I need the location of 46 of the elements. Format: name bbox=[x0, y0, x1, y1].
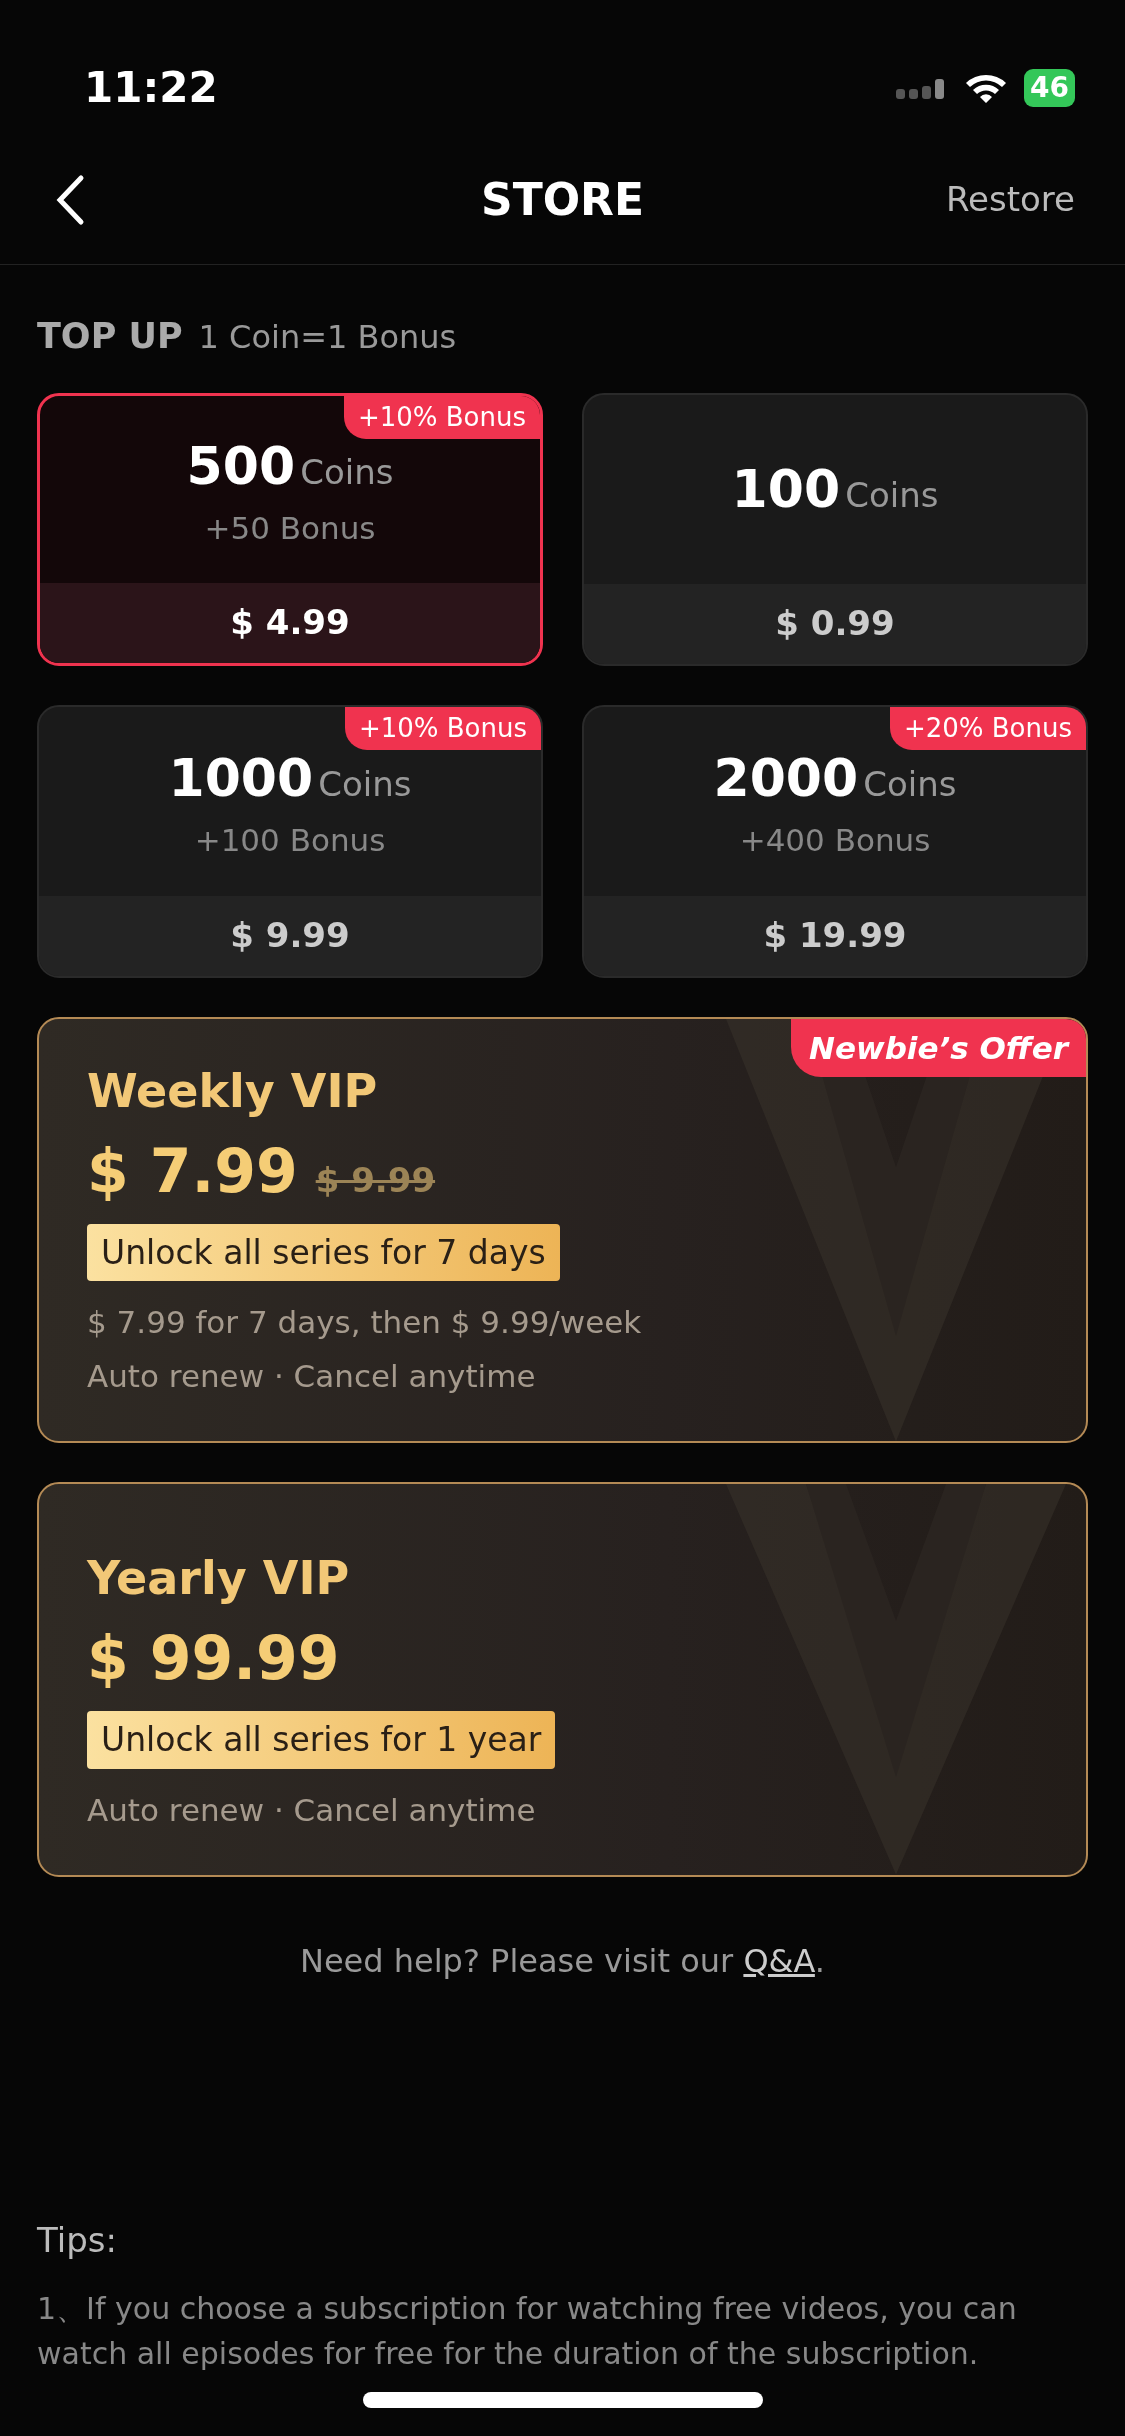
bonus-amount: +100 Bonus bbox=[194, 820, 386, 860]
plan-name: Yearly VIP bbox=[87, 1550, 351, 1607]
plan-name: Weekly VIP bbox=[87, 1062, 379, 1120]
restore-button[interactable]: Restore bbox=[946, 174, 1075, 225]
back-button[interactable] bbox=[55, 173, 85, 226]
coin-unit: Coins bbox=[845, 475, 939, 515]
coin-amount: 1000 bbox=[168, 747, 314, 808]
coin-unit: Coins bbox=[863, 763, 957, 804]
qa-link[interactable]: Q&A bbox=[743, 1941, 815, 1980]
plan-terms: Auto renew · Cancel anytime bbox=[87, 1790, 537, 1830]
coin-amount: 100 bbox=[731, 459, 841, 519]
package-price: $ 0.99 bbox=[584, 583, 1086, 664]
battery-indicator: 46 bbox=[1024, 68, 1075, 107]
feature-label: Unlock all series for 1 year bbox=[87, 1711, 556, 1769]
help-text: Need help? Please visit our Q&A. bbox=[298, 1940, 827, 1982]
coin-package[interactable]: 2000 Coins +400 Bonus $ 19.99 +20% Bonus bbox=[582, 704, 1088, 978]
package-price: $ 19.99 bbox=[584, 895, 1086, 976]
feature-label: Unlock all series for 7 days bbox=[87, 1223, 560, 1281]
bonus-badge: +20% Bonus bbox=[889, 706, 1086, 750]
exchange-rate: 1 Coin=1 Bonus bbox=[198, 317, 457, 358]
plan-price: $ 99.99 bbox=[87, 1622, 340, 1695]
vip-plan-card[interactable]: Yearly VIP $ 99.99 Unlock all series for 1 year Auto renew · Cancel anytime bbox=[37, 1482, 1088, 1877]
coin-unit: Coins bbox=[300, 451, 394, 492]
plan-terms: $ 7.99 for 7 days, then $ 9.99/week bbox=[87, 1303, 643, 1342]
vip-plan-card[interactable]: Weekly VIP $ 7.99 $ 9.99 Unlock all series for 7 days $ 7.99 for 7 days, then $ 9.99/week Auto renew · Cancel anytime Newbie’s Offer bbox=[37, 1016, 1088, 1443]
clock: 11:22 bbox=[84, 62, 218, 114]
bonus-badge: +10% Bonus bbox=[343, 395, 540, 439]
plan-price: $ 7.99 bbox=[87, 1134, 298, 1208]
section-title: TOP UP bbox=[37, 315, 183, 358]
bonus-amount: +50 Bonus bbox=[204, 508, 376, 548]
page-title: STORE bbox=[481, 172, 644, 227]
coin-amount: 2000 bbox=[713, 747, 859, 808]
original-price: $ 9.99 bbox=[315, 1158, 436, 1202]
coin-package[interactable]: 100 Coins $ 0.99 bbox=[582, 392, 1088, 666]
coin-unit: Coins bbox=[318, 763, 412, 804]
package-price: $ 9.99 bbox=[39, 895, 541, 976]
tip-text: 1、If you choose a subscription for watching free videos, you can watch all episodes for free for the duration of the subscription. bbox=[37, 2290, 1018, 2373]
coin-amount: 500 bbox=[186, 435, 296, 496]
plan-terms: Auto renew · Cancel anytime bbox=[87, 1357, 537, 1396]
tips-title: Tips: bbox=[37, 2219, 118, 2262]
coin-package[interactable]: 500 Coins +50 Bonus $ 4.99 +10% Bonus bbox=[37, 392, 543, 666]
package-price: $ 4.99 bbox=[40, 582, 540, 663]
bonus-badge: +10% Bonus bbox=[344, 706, 541, 750]
bonus-amount: +400 Bonus bbox=[739, 820, 931, 860]
offer-badge: Newbie’s Offer bbox=[791, 1018, 1086, 1077]
coin-package[interactable]: 1000 Coins +100 Bonus $ 9.99 +10% Bonus bbox=[37, 704, 543, 978]
